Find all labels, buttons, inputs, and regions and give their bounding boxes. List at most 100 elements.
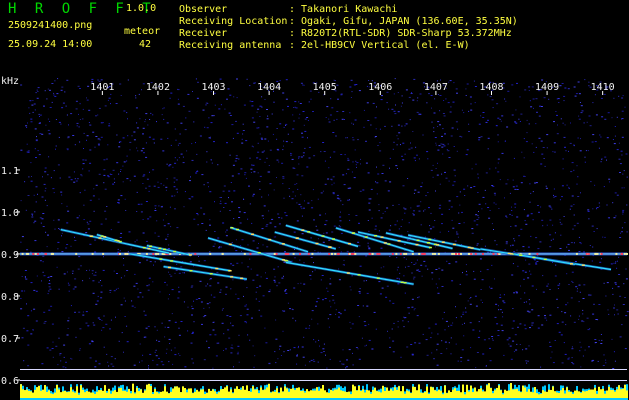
noise-speck — [226, 142, 228, 144]
noise-speck — [357, 305, 360, 306]
noise-speck — [349, 286, 351, 288]
noise-speck — [170, 226, 172, 228]
noise-speck — [191, 333, 194, 334]
noise-speck — [167, 326, 170, 328]
noise-speck — [86, 99, 89, 101]
signal-level-column — [448, 390, 450, 398]
noise-speck — [509, 192, 511, 194]
noise-speck — [160, 138, 163, 140]
noise-speck — [486, 365, 487, 367]
noise-speck — [511, 214, 513, 216]
noise-speck — [493, 229, 494, 230]
noise-speck — [66, 271, 68, 273]
noise-speck — [76, 217, 79, 219]
noise-speck — [259, 181, 261, 183]
noise-speck — [326, 367, 328, 369]
signal-level-column — [172, 388, 174, 398]
noise-speck — [259, 158, 262, 160]
noise-speck — [229, 210, 231, 211]
noise-speck — [561, 83, 564, 84]
noise-speck — [469, 322, 472, 324]
noise-speck — [583, 122, 585, 124]
signal-level-column — [192, 393, 194, 398]
noise-speck — [164, 326, 166, 328]
noise-speck — [152, 359, 154, 361]
noise-speck — [392, 302, 395, 304]
meteor-trace-hotspot — [383, 242, 387, 244]
noise-speck — [530, 235, 532, 237]
noise-speck — [39, 260, 42, 262]
noise-speck — [229, 115, 232, 116]
noise-speck — [331, 231, 334, 233]
noise-speck — [604, 118, 607, 120]
noise-speck — [240, 168, 243, 170]
signal-level-column — [474, 387, 476, 398]
noise-speck — [100, 122, 103, 124]
noise-speck — [33, 222, 35, 224]
noise-speck — [476, 224, 479, 226]
noise-speck — [573, 363, 575, 365]
noise-speck — [580, 105, 583, 107]
noise-speck — [402, 159, 405, 161]
signal-level-column — [96, 391, 98, 398]
noise-speck — [328, 121, 331, 123]
noise-speck — [83, 219, 85, 220]
noise-speck — [173, 181, 175, 183]
noise-speck — [20, 200, 22, 202]
noise-speck — [261, 96, 263, 98]
carrier-hotspot — [431, 252, 434, 255]
noise-speck — [439, 204, 442, 206]
noise-speck — [223, 333, 225, 335]
signal-level-column — [226, 386, 228, 398]
noise-speck — [415, 262, 417, 264]
noise-speck — [285, 292, 288, 294]
noise-speck — [396, 257, 398, 259]
noise-speck — [352, 161, 354, 163]
noise-speck — [39, 122, 41, 123]
noise-speck — [405, 89, 408, 91]
noise-speck — [387, 190, 390, 192]
meteor-trace-hotspot — [142, 246, 146, 249]
noise-speck — [61, 107, 64, 109]
carrier-hotspot — [623, 252, 626, 255]
carrier-hotspot — [418, 252, 421, 255]
noise-speck — [622, 173, 624, 175]
noise-speck — [310, 359, 313, 361]
noise-speck — [152, 138, 155, 140]
noise-speck — [565, 150, 567, 152]
noise-speck — [156, 220, 158, 222]
noise-speck — [441, 173, 443, 175]
noise-speck — [304, 364, 306, 366]
noise-speck — [200, 301, 203, 303]
noise-speck — [567, 358, 570, 360]
noise-speck — [436, 364, 439, 366]
noise-speck — [592, 313, 595, 315]
info-value-antenna: : 2el-HB9CV Vertical (el. E-W) — [289, 40, 470, 51]
noise-speck — [582, 355, 584, 357]
noise-speck — [279, 80, 281, 82]
noise-speck — [418, 210, 421, 212]
signal-level-column — [198, 391, 200, 398]
noise-speck — [82, 118, 84, 120]
noise-speck — [397, 326, 399, 328]
noise-speck — [126, 341, 129, 343]
noise-speck — [622, 209, 625, 211]
noise-speck — [255, 291, 257, 293]
noise-speck — [191, 358, 194, 360]
noise-speck — [427, 158, 429, 160]
noise-speck — [466, 270, 467, 272]
noise-speck — [504, 249, 506, 251]
noise-speck — [149, 353, 152, 355]
noise-speck — [413, 78, 416, 80]
signal-level-column — [120, 387, 122, 398]
noise-speck — [377, 145, 379, 146]
noise-speck — [353, 177, 356, 179]
noise-speck — [153, 142, 155, 144]
noise-speck — [51, 101, 53, 103]
noise-speck — [241, 239, 244, 241]
noise-speck — [209, 224, 211, 226]
signal-level-column — [616, 389, 618, 398]
noise-speck — [262, 218, 264, 219]
carrier-hotspot — [75, 252, 78, 255]
noise-speck — [438, 267, 441, 269]
